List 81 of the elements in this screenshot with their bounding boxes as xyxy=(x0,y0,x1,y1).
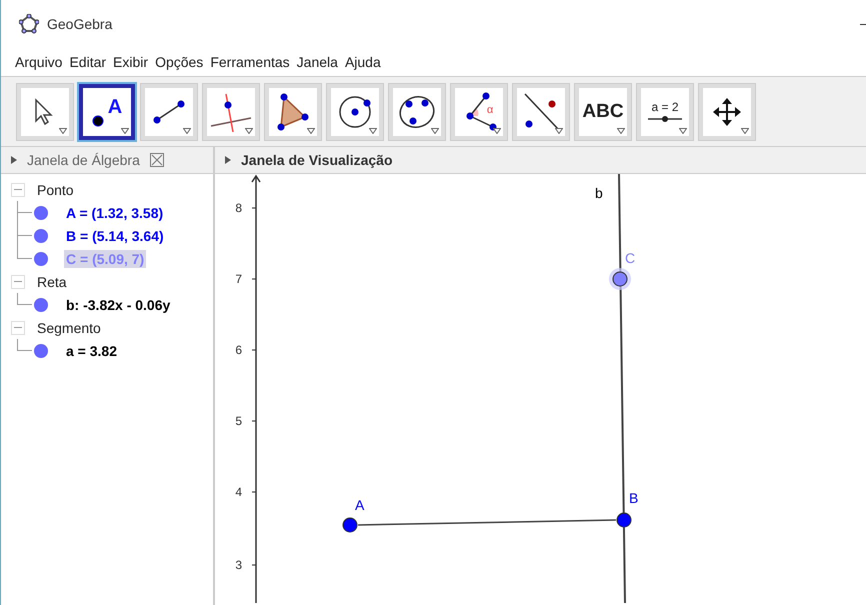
algebra-entry[interactable]: a = 3.82 xyxy=(64,342,119,360)
panel-title: Janela de Álgebra xyxy=(27,152,140,168)
tool-button[interactable] xyxy=(17,84,73,140)
ellipse-icon xyxy=(397,94,437,130)
tool-button[interactable]: ABC xyxy=(575,84,631,140)
axis-tick-label: 3 xyxy=(235,558,242,572)
dropdown-triangle-icon xyxy=(183,128,191,134)
menu-item[interactable]: Opções xyxy=(155,54,204,70)
segment[interactable] xyxy=(358,519,616,526)
tool-button[interactable] xyxy=(141,84,197,140)
menu-item[interactable]: Arquivo xyxy=(15,54,62,70)
visibility-dot[interactable] xyxy=(34,344,48,358)
axis-tick-label: 8 xyxy=(235,201,242,215)
axis-tick-label: 7 xyxy=(235,272,242,286)
point-label: C xyxy=(625,250,636,266)
panel-title: Janela de Visualização xyxy=(241,152,392,168)
collapse-toggle[interactable] xyxy=(11,274,25,288)
visibility-dot[interactable] xyxy=(34,206,48,220)
dropdown-triangle-icon xyxy=(431,128,439,134)
panel-triangle-icon[interactable] xyxy=(11,156,17,164)
collapse-toggle[interactable] xyxy=(11,320,25,334)
tool-button[interactable] xyxy=(389,84,445,140)
axis-tick-label: 6 xyxy=(235,343,242,357)
angle-symbol: α xyxy=(486,104,494,116)
app-logo-icon xyxy=(19,14,39,34)
visibility-dot[interactable] xyxy=(34,298,48,312)
line[interactable] xyxy=(618,174,626,603)
point-label: B xyxy=(629,490,638,506)
collapse-toggle[interactable] xyxy=(11,182,25,196)
menu-item[interactable]: Ajuda xyxy=(344,54,381,70)
tool-button[interactable]: a = 2 xyxy=(637,84,693,140)
close-icon[interactable] xyxy=(150,153,164,167)
dropdown-triangle-icon xyxy=(59,128,67,134)
algebra-entry[interactable]: b: -3.82x - 0.06y xyxy=(64,296,172,314)
category-label[interactable]: Ponto xyxy=(37,182,74,198)
point-icon xyxy=(92,114,104,126)
dropdown-triangle-icon xyxy=(555,128,563,134)
dropdown-triangle-icon xyxy=(369,128,377,134)
algebra-entry[interactable]: A = (1.32, 3.58) xyxy=(64,204,166,222)
perpendicular-line-icon xyxy=(209,92,253,132)
dropdown-triangle-icon xyxy=(679,128,687,134)
tool-button[interactable] xyxy=(513,84,569,140)
tree-connector xyxy=(17,201,34,224)
menu-item[interactable]: Ferramentas xyxy=(210,54,290,70)
tool-button[interactable] xyxy=(265,84,321,140)
tool-button[interactable] xyxy=(699,84,755,140)
tool-button[interactable]: A xyxy=(79,84,135,140)
tree-connector xyxy=(17,339,34,351)
visibility-dot[interactable] xyxy=(34,228,48,242)
category-label[interactable]: Reta xyxy=(37,274,67,290)
dropdown-triangle-icon xyxy=(245,128,253,134)
dropdown-triangle-icon xyxy=(493,128,501,134)
dropdown-triangle-icon xyxy=(617,128,625,134)
line-label: b xyxy=(595,185,603,201)
point-label: A xyxy=(355,497,364,513)
triangle-icon xyxy=(275,92,311,132)
panel-triangle-icon[interactable] xyxy=(225,156,231,164)
algebra-entry[interactable]: B = (5.14, 3.64) xyxy=(64,226,166,244)
dropdown-triangle-icon xyxy=(121,128,129,134)
dropdown-triangle-icon xyxy=(741,128,749,134)
point[interactable] xyxy=(612,272,628,286)
tool-button[interactable] xyxy=(327,84,383,140)
menu-item[interactable]: Editar xyxy=(69,54,106,70)
point[interactable] xyxy=(342,518,358,532)
dropdown-triangle-icon xyxy=(307,128,315,134)
text-tool-label: ABC xyxy=(582,100,624,122)
visibility-dot[interactable] xyxy=(34,252,48,266)
category-label[interactable]: Segmento xyxy=(37,320,101,336)
move-arrows-icon xyxy=(711,96,743,128)
axis-tick-label: 4 xyxy=(235,485,242,499)
axis-tick-label: 5 xyxy=(235,414,242,428)
tree-connector xyxy=(17,293,34,305)
slider-icon xyxy=(647,115,683,123)
window-title: GeoGebra xyxy=(47,16,112,32)
slider-tool-label: a = 2 xyxy=(651,100,679,114)
menu-item[interactable]: Exibir xyxy=(113,54,148,70)
circle-icon xyxy=(337,94,373,130)
point[interactable] xyxy=(616,512,632,528)
tool-button[interactable] xyxy=(203,84,259,140)
point-letter: A xyxy=(108,96,122,116)
menu-item[interactable]: Janela xyxy=(296,54,338,70)
